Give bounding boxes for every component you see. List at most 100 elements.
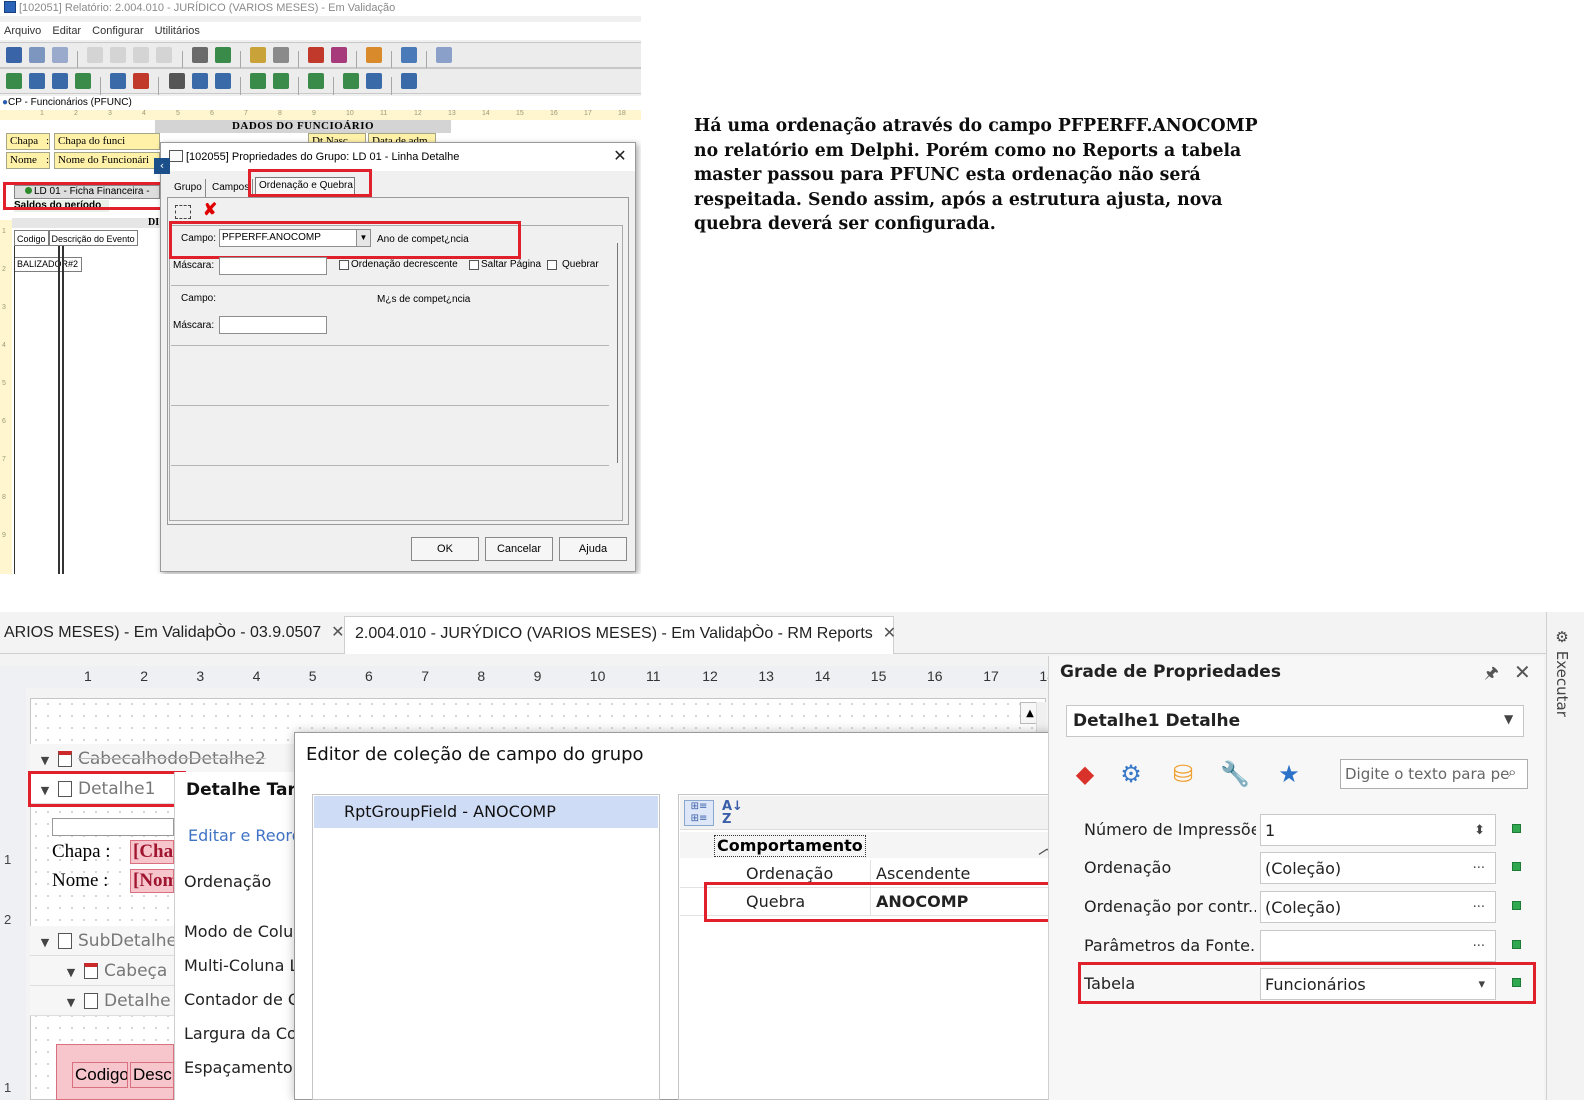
mascara-input-1[interactable] [219,257,327,275]
ellipsis-icon[interactable]: ··· [1473,853,1485,883]
search-icon[interactable]: ⌕ [1508,763,1516,781]
selected-object-dropdown[interactable]: Detalhe1 Detalhe [1066,705,1524,737]
collapse-icon[interactable]: ▼ [38,746,52,773]
property-grid-close-icon[interactable]: ✕ [1514,660,1531,684]
link-icon[interactable] [133,73,150,89]
filter-icon[interactable] [214,47,231,63]
cut-icon[interactable] [87,47,104,63]
form-scrollbar[interactable] [617,243,622,463]
tab-grupo[interactable]: Grupo [171,179,206,197]
menu-configurar[interactable]: Configurar [92,25,143,37]
property-value-box[interactable]: (Coleção) ··· [1260,852,1496,884]
executar-side-tab[interactable]: ⚙ Executar [1553,628,1571,717]
copy-icon[interactable] [110,47,127,63]
col-codigo[interactable]: Codigo [14,230,49,246]
menu-utilitarios[interactable]: Utilitários [155,25,200,37]
properties-icon[interactable] [401,47,418,63]
help-button[interactable]: Ajuda [559,537,627,561]
mascara-input-2[interactable] [219,316,327,334]
insert-field-icon[interactable] [75,73,92,89]
label-chapa[interactable]: Chapa [6,133,50,150]
columns-icon[interactable] [191,47,208,63]
band-tree-root[interactable]: ●CP - Funcionários (PFUNC) [0,96,641,110]
collapse-icon[interactable]: ▼ [64,958,78,985]
format-painter-icon[interactable] [156,47,173,63]
empty-field-box[interactable] [52,818,174,836]
collection-members-list[interactable] [312,794,660,1100]
close-tab-icon[interactable]: ✕ [883,625,896,642]
shape-icon[interactable] [366,73,383,89]
behavior-gears-icon[interactable]: ⚙ [1116,758,1146,790]
property-search-input[interactable]: Digite o texto para pe [1340,759,1528,789]
text-abc-icon[interactable] [110,73,127,89]
menu-contador[interactable]: Contador de Co [184,990,309,1009]
menu-multi-coluna[interactable]: Multi-Coluna La [184,956,308,975]
band-cabecalho-detalhe2[interactable]: ▼ CabecalhodoDetalhe2 [30,744,330,774]
field-chapa[interactable]: Chapa do funci [54,133,160,150]
date-icon[interactable] [307,73,324,89]
band-header-dados-funcionario[interactable]: DADOS DO FUNCIOÁRIO [155,120,451,133]
field-chapa-rm[interactable]: [Chap [130,840,174,864]
align-icon[interactable] [366,47,383,63]
property-value-box[interactable]: (Coleção) ··· [1260,891,1496,923]
label-chapa-rm[interactable]: Chapa : [52,840,111,864]
label-nome[interactable]: Nome [6,152,50,169]
export-icon[interactable] [331,47,347,63]
tab-campos[interactable]: Campos [209,179,254,197]
counter-icon[interactable] [191,73,208,89]
categorized-view-icon[interactable]: ⊞≡ ⊞≡ [684,800,714,826]
checkbox-saltar-pagina[interactable] [469,260,479,270]
appearance-icon[interactable]: ◆ [1070,758,1100,790]
col-descr-rm[interactable]: Descr [130,1062,174,1088]
subreport-icon[interactable] [343,73,360,89]
document-tab-2-active[interactable]: 2.004.010 - JURÝDICO (VARIOS MESES) - Em… [344,616,896,654]
property-value-box[interactable]: 1 ⬍ [1260,814,1496,846]
add-field-icon[interactable] [175,205,191,219]
field-balizador[interactable]: BALIZADOR#2 [14,257,82,272]
print-icon[interactable] [272,47,289,63]
menu-arquivo[interactable]: Arquivo [4,25,41,37]
spin-icon[interactable]: ⬍ [1474,815,1485,845]
chevron-down-icon[interactable]: ▼ [1504,712,1513,726]
col-descricao[interactable]: Descrição do Evento [48,230,138,246]
menu-espacamento[interactable]: Espaçamento d [184,1058,308,1077]
collapse-icon[interactable]: ▼ [64,988,78,1015]
cancel-button[interactable]: Cancelar [485,537,553,561]
collapse-icon[interactable]: ▼ [38,928,52,955]
preview-icon[interactable] [307,47,324,63]
expression-icon[interactable] [214,73,231,89]
property-ordenacao[interactable]: Ordenação (Coleção) ··· [1076,850,1538,888]
dialog-close-button[interactable]: ✕ [609,145,631,169]
favorites-star-icon[interactable]: ★ [1274,758,1304,790]
paste-icon[interactable] [133,47,150,63]
sum-icon[interactable] [168,73,185,89]
alphabetical-sort-icon[interactable]: A↓ Z [722,800,746,828]
menu-largura-coluna[interactable]: Largura da Colu [184,1024,311,1043]
ellipsis-icon[interactable]: ··· [1473,892,1485,922]
design-wrench-icon[interactable]: 🔧 [1220,758,1250,790]
sql-icon[interactable] [52,73,69,89]
field-nome-rm[interactable]: [Nom [130,869,174,893]
collection-item-anocomp[interactable]: RptGroupField - ANOCOMP [314,796,658,828]
checkbox-quebrar[interactable] [547,260,557,270]
property-value-box[interactable]: ··· [1260,930,1496,962]
menu-ordenacao[interactable]: Ordenação [184,872,271,891]
ellipsis-icon[interactable]: ··· [1473,931,1485,961]
image-icon[interactable] [249,73,266,89]
formula-icon[interactable] [29,73,46,89]
barcode-icon[interactable] [272,73,289,89]
document-tab-1[interactable]: ARIOS MESES) - Em ValidaþÒo - 03.9.0507 ✕ [4,616,345,654]
smart-tag-icon[interactable]: ‹ [154,158,170,174]
copy-report-icon[interactable] [52,47,69,63]
save-icon[interactable] [6,47,22,63]
insert-band-icon[interactable] [6,73,22,89]
ok-button[interactable]: OK [411,537,479,561]
close-tab-icon[interactable]: ✕ [331,624,344,641]
pin-icon[interactable]: 🖈 [1484,662,1499,689]
checkbox-ordenacao-decrescente[interactable] [339,260,349,270]
data-database-icon[interactable]: ⛁ [1168,758,1198,790]
property-parametros-fonte[interactable]: Parâmetros da Fonte... ··· [1076,928,1538,966]
property-numero-impressoes[interactable]: Número de Impressões 1 ⬍ [1076,812,1538,850]
col-codigo-rm[interactable]: Codigo [72,1062,128,1088]
category-comportamento[interactable]: Comportamento [714,835,866,857]
